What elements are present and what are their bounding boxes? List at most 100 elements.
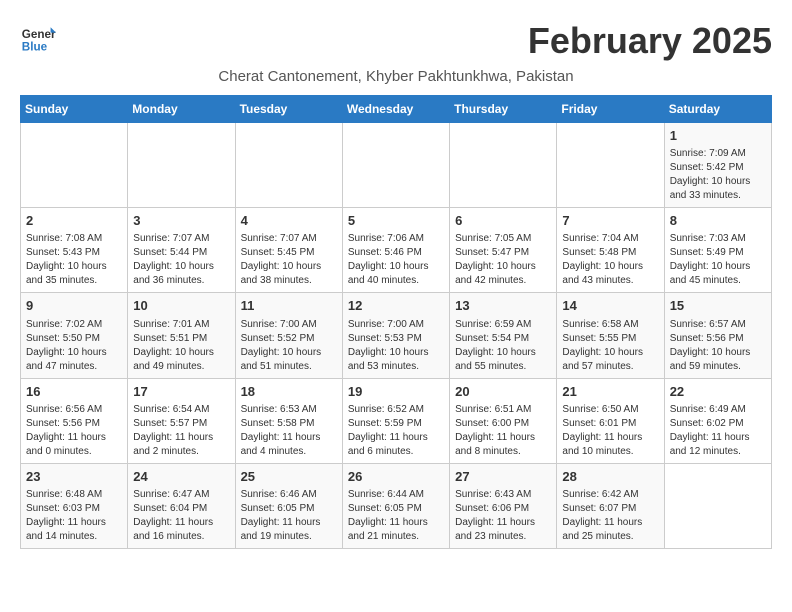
day-info: Sunrise: 6:43 AM Sunset: 6:06 PM Dayligh… (455, 488, 551, 544)
weekday-header-thursday: Thursday (450, 96, 557, 123)
weekday-header-tuesday: Tuesday (235, 96, 342, 123)
day-info: Sunrise: 7:07 AM Sunset: 5:45 PM Dayligh… (241, 232, 337, 288)
calendar-cell (128, 123, 235, 208)
day-number: 12 (348, 297, 444, 315)
day-number: 13 (455, 297, 551, 315)
weekday-header-monday: Monday (128, 96, 235, 123)
day-number: 18 (241, 383, 337, 401)
day-info: Sunrise: 7:05 AM Sunset: 5:47 PM Dayligh… (455, 232, 551, 288)
day-info: Sunrise: 6:47 AM Sunset: 6:04 PM Dayligh… (133, 488, 229, 544)
calendar-cell: 11 Sunrise: 7:00 AM Sunset: 5:52 PM Dayli… (235, 293, 342, 378)
day-number: 19 (348, 383, 444, 401)
day-info: Sunrise: 6:56 AM Sunset: 5:56 PM Dayligh… (26, 403, 122, 459)
calendar-cell: 1 Sunrise: 7:09 AM Sunset: 5:42 PM Daylig… (664, 123, 771, 208)
day-info: Sunrise: 7:01 AM Sunset: 5:51 PM Dayligh… (133, 318, 229, 374)
day-info: Sunrise: 6:59 AM Sunset: 5:54 PM Dayligh… (455, 318, 551, 374)
calendar-cell: 20 Sunrise: 6:51 AM Sunset: 6:00 PM Dayli… (450, 378, 557, 463)
calendar-cell (450, 123, 557, 208)
calendar-cell: 6 Sunrise: 7:05 AM Sunset: 5:47 PM Daylig… (450, 208, 557, 293)
calendar-cell: 22 Sunrise: 6:49 AM Sunset: 6:02 PM Dayli… (664, 378, 771, 463)
day-number: 22 (670, 383, 766, 401)
day-info: Sunrise: 6:48 AM Sunset: 6:03 PM Dayligh… (26, 488, 122, 544)
day-number: 3 (133, 212, 229, 230)
day-number: 21 (562, 383, 658, 401)
day-number: 14 (562, 297, 658, 315)
day-info: Sunrise: 7:08 AM Sunset: 5:43 PM Dayligh… (26, 232, 122, 288)
calendar-cell (342, 123, 449, 208)
month-year-title: February 2025 (528, 20, 772, 62)
day-number: 11 (241, 297, 337, 315)
logo: General Blue (20, 20, 60, 56)
day-number: 28 (562, 468, 658, 486)
day-info: Sunrise: 6:42 AM Sunset: 6:07 PM Dayligh… (562, 488, 658, 544)
day-number: 15 (670, 297, 766, 315)
day-info: Sunrise: 6:51 AM Sunset: 6:00 PM Dayligh… (455, 403, 551, 459)
day-number: 17 (133, 383, 229, 401)
calendar-cell: 9 Sunrise: 7:02 AM Sunset: 5:50 PM Daylig… (21, 293, 128, 378)
calendar-cell: 26 Sunrise: 6:44 AM Sunset: 6:05 PM Dayli… (342, 463, 449, 548)
day-info: Sunrise: 6:46 AM Sunset: 6:05 PM Dayligh… (241, 488, 337, 544)
calendar-cell: 3 Sunrise: 7:07 AM Sunset: 5:44 PM Daylig… (128, 208, 235, 293)
calendar-cell: 14 Sunrise: 6:58 AM Sunset: 5:55 PM Dayli… (557, 293, 664, 378)
day-number: 4 (241, 212, 337, 230)
calendar-cell: 8 Sunrise: 7:03 AM Sunset: 5:49 PM Daylig… (664, 208, 771, 293)
calendar-cell: 5 Sunrise: 7:06 AM Sunset: 5:46 PM Daylig… (342, 208, 449, 293)
day-info: Sunrise: 7:06 AM Sunset: 5:46 PM Dayligh… (348, 232, 444, 288)
day-number: 27 (455, 468, 551, 486)
day-number: 20 (455, 383, 551, 401)
day-info: Sunrise: 6:58 AM Sunset: 5:55 PM Dayligh… (562, 318, 658, 374)
calendar-cell: 13 Sunrise: 6:59 AM Sunset: 5:54 PM Dayli… (450, 293, 557, 378)
day-number: 6 (455, 212, 551, 230)
day-number: 7 (562, 212, 658, 230)
day-number: 2 (26, 212, 122, 230)
weekday-header-friday: Friday (557, 96, 664, 123)
day-info: Sunrise: 7:00 AM Sunset: 5:52 PM Dayligh… (241, 318, 337, 374)
calendar-cell: 15 Sunrise: 6:57 AM Sunset: 5:56 PM Dayli… (664, 293, 771, 378)
day-info: Sunrise: 7:09 AM Sunset: 5:42 PM Dayligh… (670, 147, 766, 203)
day-number: 1 (670, 127, 766, 145)
day-info: Sunrise: 7:00 AM Sunset: 5:53 PM Dayligh… (348, 318, 444, 374)
calendar-cell: 25Sunrise: 6:46 AM Sunset: 6:05 PM Dayli… (235, 463, 342, 548)
day-number: 10 (133, 297, 229, 315)
day-info: Sunrise: 6:52 AM Sunset: 5:59 PM Dayligh… (348, 403, 444, 459)
location-title: Cherat Cantonement, Khyber Pakhtunkhwa, … (20, 68, 772, 85)
calendar-cell: 12 Sunrise: 7:00 AM Sunset: 5:53 PM Dayli… (342, 293, 449, 378)
calendar-cell: 16 Sunrise: 6:56 AM Sunset: 5:56 PM Dayli… (21, 378, 128, 463)
day-number: 16 (26, 383, 122, 401)
weekday-header-sunday: Sunday (21, 96, 128, 123)
calendar-cell: 27 Sunrise: 6:43 AM Sunset: 6:06 PM Dayli… (450, 463, 557, 548)
calendar-cell: 4 Sunrise: 7:07 AM Sunset: 5:45 PM Daylig… (235, 208, 342, 293)
day-info: Sunrise: 6:54 AM Sunset: 5:57 PM Dayligh… (133, 403, 229, 459)
calendar-cell: 24 Sunrise: 6:47 AM Sunset: 6:04 PM Dayli… (128, 463, 235, 548)
day-info: Sunrise: 7:02 AM Sunset: 5:50 PM Dayligh… (26, 318, 122, 374)
day-info: Sunrise: 7:07 AM Sunset: 5:44 PM Dayligh… (133, 232, 229, 288)
day-info: Sunrise: 6:53 AM Sunset: 5:58 PM Dayligh… (241, 403, 337, 459)
svg-text:Blue: Blue (22, 41, 48, 54)
day-info: Sunrise: 6:50 AM Sunset: 6:01 PM Dayligh… (562, 403, 658, 459)
calendar-cell (21, 123, 128, 208)
day-info: Sunrise: 6:44 AM Sunset: 6:05 PM Dayligh… (348, 488, 444, 544)
calendar-cell: 21 Sunrise: 6:50 AM Sunset: 6:01 PM Dayli… (557, 378, 664, 463)
day-number: 8 (670, 212, 766, 230)
day-number: 26 (348, 468, 444, 486)
calendar-cell: 10 Sunrise: 7:01 AM Sunset: 5:51 PM Dayli… (128, 293, 235, 378)
calendar-cell (664, 463, 771, 548)
calendar-cell: 18 Sunrise: 6:53 AM Sunset: 5:58 PM Dayli… (235, 378, 342, 463)
weekday-header-wednesday: Wednesday (342, 96, 449, 123)
calendar-cell (557, 123, 664, 208)
calendar-cell (235, 123, 342, 208)
day-number: 9 (26, 297, 122, 315)
calendar-cell: 28 Sunrise: 6:42 AM Sunset: 6:07 PM Dayli… (557, 463, 664, 548)
day-info: Sunrise: 6:49 AM Sunset: 6:02 PM Dayligh… (670, 403, 766, 459)
calendar-cell: 23 Sunrise: 6:48 AM Sunset: 6:03 PM Dayli… (21, 463, 128, 548)
calendar-cell: 19 Sunrise: 6:52 AM Sunset: 5:59 PM Dayli… (342, 378, 449, 463)
day-info: Sunrise: 7:04 AM Sunset: 5:48 PM Dayligh… (562, 232, 658, 288)
weekday-header-saturday: Saturday (664, 96, 771, 123)
day-number: 24 (133, 468, 229, 486)
day-info: Sunrise: 6:57 AM Sunset: 5:56 PM Dayligh… (670, 318, 766, 374)
day-info: Sunrise: 7:03 AM Sunset: 5:49 PM Dayligh… (670, 232, 766, 288)
day-number: 23 (26, 468, 122, 486)
calendar-cell: 2 Sunrise: 7:08 AM Sunset: 5:43 PM Daylig… (21, 208, 128, 293)
calendar-cell: 17 Sunrise: 6:54 AM Sunset: 5:57 PM Dayli… (128, 378, 235, 463)
day-number: 5 (348, 212, 444, 230)
